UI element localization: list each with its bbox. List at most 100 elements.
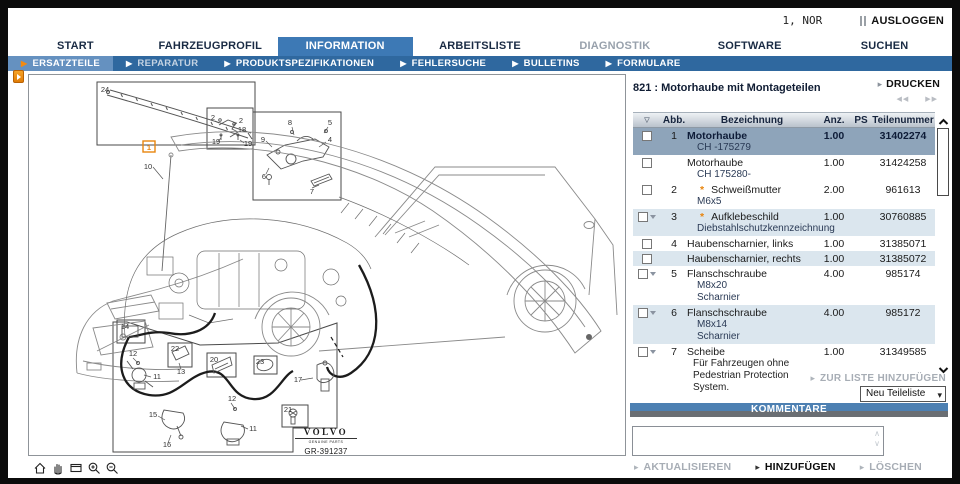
row-checkbox[interactable] bbox=[638, 347, 648, 357]
diagram-callout-6: 6 bbox=[262, 172, 266, 181]
row-name: Motorhaube bbox=[687, 130, 747, 142]
row-ps bbox=[851, 253, 871, 265]
diagram-callout-15: 15 bbox=[149, 410, 157, 419]
document-icon[interactable] bbox=[13, 70, 24, 83]
row-name: Haubenscharnier, rechts bbox=[687, 253, 801, 265]
row-part-number: 31402274 bbox=[871, 130, 935, 154]
parts-list-select[interactable]: Neu Teileliste ▾ bbox=[860, 386, 946, 402]
utility-bar: 1, NOR AUSLOGGEN bbox=[783, 14, 944, 27]
action-button-löschen[interactable]: ▸LÖSCHEN bbox=[860, 461, 922, 473]
diagram-viewer[interactable]: 2411022181919985467141211221320231715161… bbox=[28, 74, 626, 456]
diagram-callout-9: 9 bbox=[261, 135, 265, 144]
subnav-item-label: FEHLERSUCHE bbox=[412, 58, 487, 69]
nav-item-start[interactable]: START bbox=[8, 37, 143, 56]
scroll-up-button[interactable] bbox=[937, 114, 950, 124]
row-part-number: 30760885 bbox=[871, 211, 935, 235]
star-icon: * bbox=[700, 184, 704, 196]
diagram-callout-12: 12 bbox=[228, 394, 236, 403]
subnav-item-label: BULLETINS bbox=[524, 58, 580, 69]
drawing-number: GR-391237 bbox=[295, 447, 357, 456]
fit-window-icon[interactable] bbox=[68, 460, 83, 475]
nav-item-suchen[interactable]: SUCHEN bbox=[817, 37, 952, 56]
row-select-cell bbox=[633, 211, 661, 235]
table-row[interactable]: 1MotorhaubeCH -1752791.0031402274 bbox=[633, 128, 935, 155]
row-ps bbox=[851, 157, 871, 181]
sort-icon[interactable]: ▽ bbox=[633, 116, 661, 124]
row-checkbox[interactable] bbox=[638, 212, 648, 222]
scroll-thumb[interactable] bbox=[937, 128, 949, 196]
table-row[interactable]: Haubenscharnier, rechts 1.00 31385072 bbox=[633, 251, 935, 266]
row-checkbox[interactable] bbox=[642, 254, 652, 264]
subnav-item-label: ERSATZTEILE bbox=[32, 58, 100, 69]
row-select-cell bbox=[633, 238, 661, 250]
nav-item-diagnostik[interactable]: DIAGNOSTIK bbox=[547, 37, 682, 56]
row-checkbox[interactable] bbox=[642, 185, 652, 195]
logout-button[interactable]: AUSLOGGEN bbox=[860, 15, 944, 27]
subnav-item-reparatur[interactable]: ▶REPARATUR bbox=[113, 56, 211, 71]
row-abb: 2 bbox=[661, 184, 687, 208]
home-icon[interactable] bbox=[32, 460, 47, 475]
note-flag-icon bbox=[650, 272, 656, 276]
row-select-cell bbox=[633, 184, 661, 208]
parts-list-select-value: Neu Teileliste bbox=[866, 388, 925, 399]
row-checkbox[interactable] bbox=[638, 269, 648, 279]
diagram-callout-18: 18 bbox=[238, 125, 246, 134]
col-header-ps: PS bbox=[851, 115, 871, 126]
nav-item-software[interactable]: SOFTWARE bbox=[682, 37, 817, 56]
star-icon: * bbox=[700, 211, 704, 223]
table-row[interactable]: 3*AufklebeschildDiebstahlschutzkennzeich… bbox=[633, 209, 935, 236]
row-subtext: Scharnier bbox=[687, 331, 817, 343]
comment-input[interactable] bbox=[632, 426, 884, 456]
subnav-item-label: PRODUKTSPEZIFIKATIONEN bbox=[236, 58, 374, 69]
scroll-down-button[interactable] bbox=[937, 362, 950, 372]
zoom-in-icon[interactable] bbox=[86, 460, 101, 475]
action-button-hinzufügen[interactable]: ▸HINZUFÜGEN bbox=[755, 461, 835, 473]
row-part-number: 31385072 bbox=[871, 253, 935, 265]
add-to-list-button[interactable]: ▸ ZUR LISTE HINZUFÜGEN bbox=[810, 373, 946, 384]
subnav-item-formulare[interactable]: ▶FORMULARE bbox=[593, 56, 694, 71]
diagram-callout-12: 12 bbox=[129, 349, 137, 358]
action-buttons: ▸AKTUALISIEREN ▸HINZUFÜGEN ▸LÖSCHEN bbox=[634, 461, 922, 473]
subnav-item-bulletins[interactable]: ▶BULLETINS bbox=[499, 56, 592, 71]
action-button-aktualisieren[interactable]: ▸AKTUALISIEREN bbox=[634, 461, 731, 473]
row-subtext: M8x14 bbox=[687, 319, 817, 331]
row-abb: 4 bbox=[661, 238, 687, 250]
row-abb: 5 bbox=[661, 268, 687, 304]
diagram-callout-23: 23 bbox=[256, 357, 264, 366]
nav-item-information[interactable]: INFORMATION bbox=[278, 37, 413, 56]
table-row[interactable]: 6FlanschschraubeM8x14Scharnier4.00985172 bbox=[633, 305, 935, 344]
zoom-out-icon[interactable] bbox=[104, 460, 119, 475]
subnav-item-produktspezifikationen[interactable]: ▶PRODUKTSPEZIFIKATIONEN bbox=[211, 56, 387, 71]
row-subtext: Diebstahlschutzkennzeichnung bbox=[687, 223, 817, 235]
table-row[interactable]: MotorhaubeCH 175280-1.0031424258 bbox=[633, 155, 935, 182]
pager-prev-button[interactable]: ◀◀ bbox=[896, 95, 909, 103]
row-select-cell bbox=[633, 268, 661, 304]
row-checkbox[interactable] bbox=[642, 131, 652, 141]
row-qty: 1.00 bbox=[817, 253, 851, 265]
subnav-item-label: REPARATUR bbox=[137, 58, 198, 69]
row-part-number: 31385071 bbox=[871, 238, 935, 250]
table-body: 1MotorhaubeCH -1752791.0031402274Motorha… bbox=[633, 128, 935, 395]
row-checkbox[interactable] bbox=[638, 308, 648, 318]
print-button[interactable]: ▸ DRUCKEN bbox=[878, 78, 940, 90]
table-row[interactable]: 4Haubenscharnier, links1.0031385071 bbox=[633, 236, 935, 251]
subnav-item-fehlersuche[interactable]: ▶FEHLERSUCHE bbox=[387, 56, 499, 71]
nav-item-arbeitsliste[interactable]: ARBEITSLISTE bbox=[413, 37, 548, 56]
row-select-cell bbox=[633, 346, 661, 394]
action-label: AKTUALISIEREN bbox=[644, 461, 732, 473]
row-checkbox[interactable] bbox=[642, 158, 652, 168]
table-row[interactable]: 5FlanschschraubeM8x20Scharnier4.00985174 bbox=[633, 266, 935, 305]
row-select-cell bbox=[633, 253, 661, 265]
user-label: 1, NOR bbox=[783, 14, 823, 27]
subnav-item-ersatzteile[interactable]: ▶ERSATZTEILE bbox=[8, 56, 113, 71]
row-ps bbox=[851, 268, 871, 304]
table-row[interactable]: 2*SchweißmutterM6x52.00961613 bbox=[633, 182, 935, 209]
row-checkbox[interactable] bbox=[642, 239, 652, 249]
pager-next-button[interactable]: ▶▶ bbox=[925, 95, 938, 103]
subnav-item-label: FORMULARE bbox=[617, 58, 680, 69]
diagram-callout-24: 24 bbox=[101, 85, 109, 94]
row-name-cell: *AufklebeschildDiebstahlschutzkennzeichn… bbox=[687, 211, 817, 235]
nav-item-fahrzeugprofil[interactable]: FAHRZEUGPROFIL bbox=[143, 37, 278, 56]
pan-hand-icon[interactable] bbox=[50, 460, 65, 475]
table-scrollbar[interactable] bbox=[936, 112, 951, 372]
